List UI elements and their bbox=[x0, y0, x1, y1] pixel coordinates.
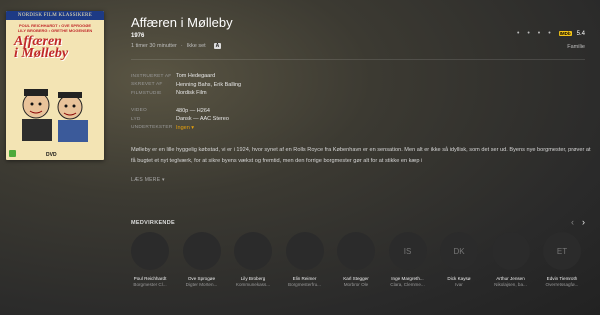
info-table: INSTRUERET AF Tom Hedegaard SKREVET AF H… bbox=[131, 72, 241, 132]
subtitles-row: UNDERTEKSTER Ingen ▾ bbox=[131, 124, 195, 131]
writer-link[interactable]: Henning Bahs, Erik Balling bbox=[176, 82, 241, 88]
cast-name: Edvin Tiemroth bbox=[546, 276, 578, 281]
cast-name: Inge Margreth... bbox=[391, 276, 424, 281]
avatar bbox=[182, 232, 221, 270]
content-rating: A bbox=[213, 43, 222, 49]
cast-role: Borgmester Cl... bbox=[133, 282, 167, 287]
avatar bbox=[131, 232, 169, 270]
writer-row: SKREVET AF Henning Bahs, Erik Balling bbox=[131, 81, 242, 88]
description: Mølleby er en lille hyggelig købstad, vi… bbox=[131, 147, 591, 164]
studio-link[interactable]: Nordisk Film bbox=[176, 90, 207, 96]
cast-name: Dick Kaysø bbox=[447, 276, 471, 281]
read-more-button[interactable]: LÆS MERE ▾ bbox=[131, 177, 165, 183]
audio-row: LYD Dansk — AAC Stereo bbox=[131, 116, 229, 123]
duration: 1 timer 30 minutter bbox=[131, 43, 177, 49]
cast-role: Overretssagfø... bbox=[545, 282, 579, 287]
chevron-right-icon[interactable]: › bbox=[582, 217, 585, 227]
director-row: INSTRUERET AF Tom Hedegaard bbox=[131, 73, 216, 80]
watched-status: Ikke set bbox=[186, 43, 206, 49]
meta-separator: · bbox=[180, 43, 183, 49]
cast-member[interactable]: IS Inge Margreth... Clara, Clemme... bbox=[388, 232, 427, 287]
movie-poster[interactable]: NORDISK FILM KLASSIKERE POUL REICHHARDT … bbox=[6, 11, 104, 160]
cast-role: Ivar bbox=[455, 282, 463, 287]
cast-name: Ove Sprogøe bbox=[187, 276, 216, 281]
movie-meta: 1 timer 30 minutter · Ikke set A bbox=[131, 43, 222, 49]
chevron-left-icon[interactable]: ‹ bbox=[571, 217, 574, 227]
cast-name: Elin Reimer bbox=[292, 276, 317, 281]
avatar bbox=[491, 232, 530, 270]
cast-member[interactable]: Poul Reichhardt Borgmester Cl... bbox=[131, 232, 169, 287]
cast-role: Nikolajsen, ba... bbox=[494, 282, 527, 287]
audio-select[interactable]: Dansk — AAC Stereo bbox=[176, 116, 229, 122]
cast-role: Clara, Clemme... bbox=[390, 282, 425, 287]
dvd-logo: DVD bbox=[46, 152, 57, 158]
movie-year: 1976 bbox=[131, 33, 145, 39]
avatar bbox=[234, 232, 272, 270]
divider bbox=[131, 59, 585, 60]
cast-role: Borgmesterfru... bbox=[288, 282, 321, 287]
cast-role: Digter Morten... bbox=[185, 282, 218, 287]
imdb-icon: IMDb bbox=[558, 31, 572, 36]
avatar: DK bbox=[440, 232, 478, 270]
studio-row: FILMSTUDIE Nordisk Film bbox=[131, 90, 207, 97]
cast-member[interactable]: Ove Sprogøe Digter Morten... bbox=[182, 232, 221, 287]
cast-name: Karl Stegger bbox=[343, 276, 369, 281]
cast-member[interactable]: Lily Broberg Kommunekass... bbox=[234, 232, 272, 287]
cast-member[interactable]: ET Edvin Tiemroth Overretssagfø... bbox=[543, 232, 581, 287]
cast-heading: MEDVIRKENDE bbox=[131, 220, 175, 226]
subtitles-dropdown[interactable]: Ingen ▾ bbox=[176, 125, 194, 131]
genre[interactable]: Familie bbox=[567, 44, 585, 50]
cast-name: Poul Reichhardt bbox=[133, 276, 167, 281]
avatar: ET bbox=[543, 232, 581, 270]
cast-list: Poul Reichhardt Borgmester Cl... Ove Spr… bbox=[131, 232, 581, 287]
director-link[interactable]: Tom Hedegaard bbox=[176, 73, 215, 79]
more-options-icon[interactable]: • • • • bbox=[517, 30, 554, 37]
cast-member[interactable]: Arthur Jensen Nikolajsen, ba... bbox=[491, 232, 530, 287]
video-value: 480p — H264 bbox=[176, 107, 210, 114]
poster-band: NORDISK FILM KLASSIKERE bbox=[6, 11, 104, 20]
cast-role: Morbror Ole bbox=[343, 282, 369, 287]
avatar: IS bbox=[388, 232, 427, 270]
avatar bbox=[285, 232, 324, 270]
cast-member[interactable]: Elin Reimer Borgmesterfru... bbox=[285, 232, 324, 287]
cast-name: Arthur Jensen bbox=[496, 276, 525, 281]
cast-role: Kommunekass... bbox=[235, 282, 271, 287]
cast-member[interactable]: DK Dick Kaysø Ivar bbox=[440, 232, 478, 287]
top-right-info: • • • • IMDb 5.4 bbox=[517, 30, 585, 37]
imdb-score: 5.4 bbox=[576, 30, 585, 37]
cast-member[interactable]: Karl Stegger Morbror Ole bbox=[337, 232, 375, 287]
cast-name: Lily Broberg bbox=[240, 276, 266, 281]
age-rating-badge bbox=[9, 150, 16, 157]
poster-artwork bbox=[22, 89, 88, 142]
poster-title: Affæren i Mølleby bbox=[14, 34, 69, 61]
movie-title: Affæren i Mølleby bbox=[131, 15, 233, 30]
poster-credits: POUL REICHHARDT • OVE SPROGØE LILY BROBE… bbox=[17, 23, 93, 33]
cast-nav: ‹ › bbox=[571, 217, 585, 227]
avatar bbox=[337, 232, 375, 270]
video-row: VIDEO 480p — H264 bbox=[131, 107, 210, 114]
